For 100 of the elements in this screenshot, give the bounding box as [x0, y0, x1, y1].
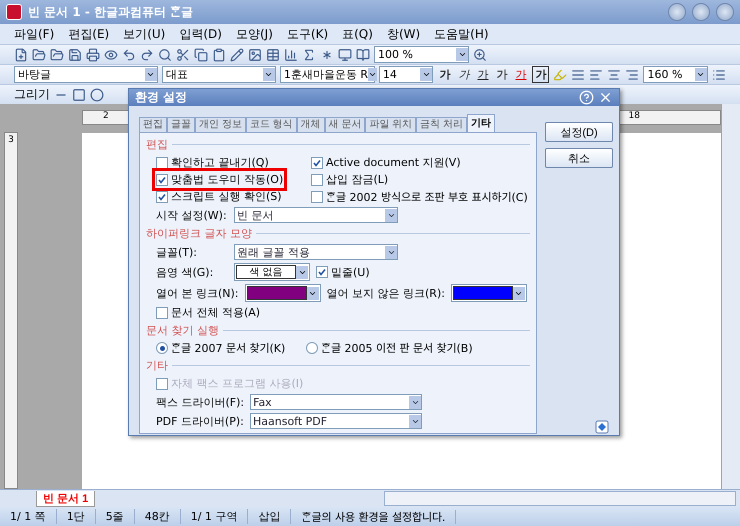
character-format-button[interactable]: 가	[475, 67, 490, 82]
color-picker[interactable]	[244, 284, 321, 302]
bar-chart-icon[interactable]	[284, 48, 298, 62]
menu-item[interactable]: 입력(D)	[179, 26, 222, 42]
help-icon[interactable]	[579, 90, 594, 105]
monitor-icon[interactable]	[338, 48, 352, 62]
checkbox[interactable]	[156, 156, 168, 168]
checkbox-option[interactable]: 확인하고 끝내기(Q)	[156, 155, 269, 170]
search-icon[interactable]	[158, 48, 172, 62]
menu-item[interactable]: 도구(K)	[286, 26, 328, 42]
language-combo[interactable]: 대표	[162, 66, 276, 83]
menu-item[interactable]: 보기(U)	[123, 26, 166, 42]
character-format-button[interactable]: 가	[532, 66, 550, 83]
diamond-icon[interactable]	[595, 420, 609, 434]
undo-icon[interactable]	[122, 48, 136, 62]
menu-item[interactable]: 모양(J)	[236, 26, 273, 42]
redo-icon[interactable]	[140, 48, 154, 62]
dialog-button[interactable]: 설정(D)	[545, 122, 613, 142]
formula-icon[interactable]	[302, 48, 316, 62]
menu-item[interactable]: 파일(F)	[14, 26, 54, 42]
checkbox[interactable]	[316, 266, 328, 278]
zoom-combo[interactable]: 100 %	[374, 46, 469, 63]
pdf-driver-select[interactable]: Haansoft PDF	[250, 413, 422, 429]
shade-color-picker[interactable]: 색 없음	[234, 263, 310, 281]
tab[interactable]: 금칙 처리	[416, 117, 467, 132]
align-right-icon[interactable]	[625, 68, 640, 82]
checkbox-option[interactable]: 맞춤법 도우미 작동(O)	[156, 172, 284, 187]
tab[interactable]: 개인 정보	[195, 117, 246, 132]
close-button[interactable]	[716, 3, 734, 21]
tab[interactable]: 편집	[139, 117, 167, 132]
character-format-button[interactable]: 가	[437, 67, 452, 82]
style-combo[interactable]: 바탕글	[14, 66, 158, 83]
preview-icon[interactable]	[104, 48, 118, 62]
checkbox[interactable]	[311, 156, 323, 168]
rectangle-icon[interactable]	[72, 88, 86, 102]
section-heading: 문서 찾기 실행	[146, 323, 219, 338]
checkbox-option[interactable]: 문서 전체 적용(A)	[156, 305, 260, 320]
font-size-combo[interactable]: 14	[378, 66, 434, 83]
radio-option[interactable]: ᄒᆞᆫ글 2007 문서 찾기(K)	[156, 341, 286, 355]
align-left-icon[interactable]	[589, 68, 604, 82]
paste-icon[interactable]	[212, 48, 226, 62]
zoom-in-icon[interactable]	[473, 48, 487, 62]
checkbox[interactable]	[156, 190, 168, 202]
menu-item[interactable]: 도움말(H)	[434, 26, 489, 42]
dialog-button[interactable]: 취소	[545, 148, 613, 168]
folder-icon[interactable]	[32, 48, 46, 62]
color-picker[interactable]	[450, 284, 527, 302]
font-combo[interactable]: 1훈새마을운동 R	[280, 66, 375, 83]
tab[interactable]: 코드 형식	[246, 117, 297, 132]
checkbox-option[interactable]: 삽입 잠금(L)	[311, 172, 388, 187]
line-spacing-combo[interactable]: 160 %	[643, 66, 708, 83]
close-icon[interactable]	[598, 90, 613, 105]
character-format-button[interactable]: 가	[494, 67, 510, 82]
book-icon[interactable]	[356, 48, 370, 62]
tab[interactable]: 파일 위치	[365, 117, 416, 132]
vertical-scrollbar[interactable]	[721, 104, 740, 489]
copy-icon[interactable]	[194, 48, 208, 62]
checkbox[interactable]	[311, 190, 323, 202]
document-tab[interactable]: 빈 문서 1	[36, 490, 96, 506]
radio-button[interactable]	[306, 342, 318, 354]
save-icon[interactable]	[68, 48, 82, 62]
menu-item[interactable]: 표(Q)	[342, 26, 373, 42]
open-folder-icon[interactable]	[50, 48, 64, 62]
tab[interactable]: 글꼴	[167, 117, 195, 132]
checkbox[interactable]	[311, 174, 323, 186]
tab[interactable]: 개체	[296, 117, 325, 132]
align-justify-icon[interactable]	[571, 68, 586, 82]
checkbox[interactable]	[156, 174, 168, 186]
status-text: 1단	[56, 509, 96, 524]
character-format-button[interactable]: 가	[513, 67, 528, 82]
section-heading: 기타	[146, 358, 168, 373]
field-label: 열어 본 링크(N):	[156, 286, 239, 300]
maximize-button[interactable]	[692, 3, 710, 21]
checkbox-option[interactable]: ᄒᆞᆫ글 2002 방식으로 조판 부호 표시하기(C)	[311, 189, 528, 204]
menu-item[interactable]: 편집(E)	[68, 26, 110, 42]
horizontal-scrollbar[interactable]	[384, 491, 736, 506]
align-center-icon[interactable]	[607, 68, 622, 82]
minimize-button[interactable]	[668, 3, 686, 21]
table-icon[interactable]	[266, 48, 280, 62]
font-select[interactable]: 원래 글꼴 적용	[234, 244, 398, 260]
ellipse-icon[interactable]	[90, 88, 104, 102]
image-icon[interactable]	[248, 48, 262, 62]
fax-driver-select[interactable]: Fax	[250, 394, 422, 410]
cut-icon[interactable]	[176, 48, 190, 62]
checkbox[interactable]	[156, 306, 168, 318]
list-icon[interactable]	[712, 68, 726, 82]
checkbox-option[interactable]: Active document 지원(V)	[311, 155, 461, 170]
character-format-button[interactable]: 가	[456, 67, 472, 82]
tab[interactable]: 기타	[466, 114, 495, 132]
start-select[interactable]: 빈 문서	[234, 207, 398, 223]
radio-button[interactable]	[156, 342, 168, 354]
drawing-menu-label[interactable]: 그리기	[14, 86, 50, 103]
tab[interactable]: 새 문서	[324, 117, 366, 132]
pencil-icon[interactable]	[230, 48, 244, 62]
checkbox-option[interactable]: 스크립트 실행 확인(S)	[156, 189, 282, 204]
new-document-icon[interactable]	[14, 48, 28, 62]
checkbox-option[interactable]: 밑줄(U)	[316, 264, 370, 280]
menu-item[interactable]: 창(W)	[386, 26, 420, 42]
printer-icon[interactable]	[86, 48, 100, 62]
radio-option[interactable]: ᄒᆞᆫ글 2005 이전 판 문서 찾기(B)	[306, 341, 473, 355]
